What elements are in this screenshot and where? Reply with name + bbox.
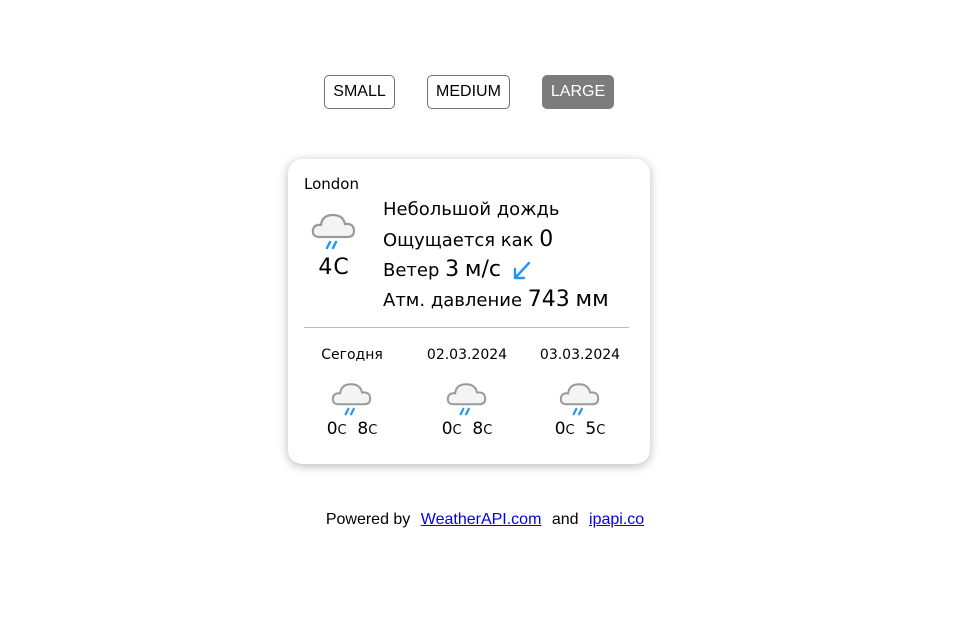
attribution-footer: Powered by WeatherAPI.com and ipapi.co [0,511,970,529]
forecast-min-temp: 0 [554,419,566,439]
size-selector: SMALL MEDIUM LARGE [0,75,970,111]
forecast-min-unit: C [565,423,575,438]
forecast-min-unit: C [337,423,347,438]
cloud-rain-icon [311,213,356,250]
city-name: London [304,175,359,193]
forecast-day-label: Сегодня [321,347,383,363]
weather-widget: London 4C Небольшой дождь Ощущается как … [288,159,650,464]
forecast-day-temps: 0C 8C [297,419,407,439]
current-temperature: 4C [308,255,360,280]
cloud-rain-icon [331,383,372,416]
forecast-day-label: 03.03.2024 [539,347,621,363]
divider [304,327,629,328]
forecast-min-temp: 0 [326,419,338,439]
forecast-day-temps: 0C 5C [525,419,635,439]
and-label: and [551,511,579,528]
wind-label: Ветер [383,260,440,281]
weatherapi-link[interactable]: WeatherAPI.com [421,511,542,528]
wind-value: 3 [445,257,460,282]
size-small-button[interactable]: SMALL [324,75,395,109]
weather-description: Небольшой дождь [383,199,560,220]
current-temperature-unit: C [333,255,350,280]
size-large-button[interactable]: LARGE [542,75,614,109]
forecast-day: Сегодня 0C 8C [297,345,407,439]
forecast-min-temp: 0 [441,419,453,439]
weather-details: Небольшой дождь Ощущается как 0 Ветер 3 … [383,195,643,315]
forecast-max-temp: 8 [472,419,484,439]
forecast-day: 03.03.2024 0C 5C [525,345,635,439]
pressure-value: 743 [527,287,570,312]
wind-row: Ветер 3 м/с [383,255,643,285]
wind-direction-arrow-icon [513,261,530,280]
forecast-max-unit: C [483,423,493,438]
forecast-max-temp: 8 [357,419,369,439]
wind-unit: м/с [464,257,501,282]
forecast-min-unit: C [452,423,462,438]
pressure-row: Атм. давление 743 мм [383,285,643,315]
feels-like-value: 0 [539,227,554,252]
ipapi-link[interactable]: ipapi.co [589,511,644,528]
forecast-max-unit: C [596,423,606,438]
cloud-rain-icon [559,383,600,416]
size-medium-button[interactable]: MEDIUM [427,75,510,109]
current-temperature-value: 4 [318,255,334,280]
forecast-day-temps: 0C 8C [412,419,522,439]
feels-like-label: Ощущается как [383,230,534,251]
pressure-label: Атм. давление [383,290,523,311]
forecast-max-unit: C [368,423,378,438]
forecast-day: 02.03.2024 0C 8C [412,345,522,439]
feels-like-row: Ощущается как 0 [383,225,643,255]
pressure-unit: мм [575,287,609,312]
cloud-rain-icon [446,383,487,416]
forecast-max-temp: 5 [585,419,597,439]
forecast-day-label: 02.03.2024 [426,347,508,363]
powered-by-label: Powered by [325,511,411,528]
